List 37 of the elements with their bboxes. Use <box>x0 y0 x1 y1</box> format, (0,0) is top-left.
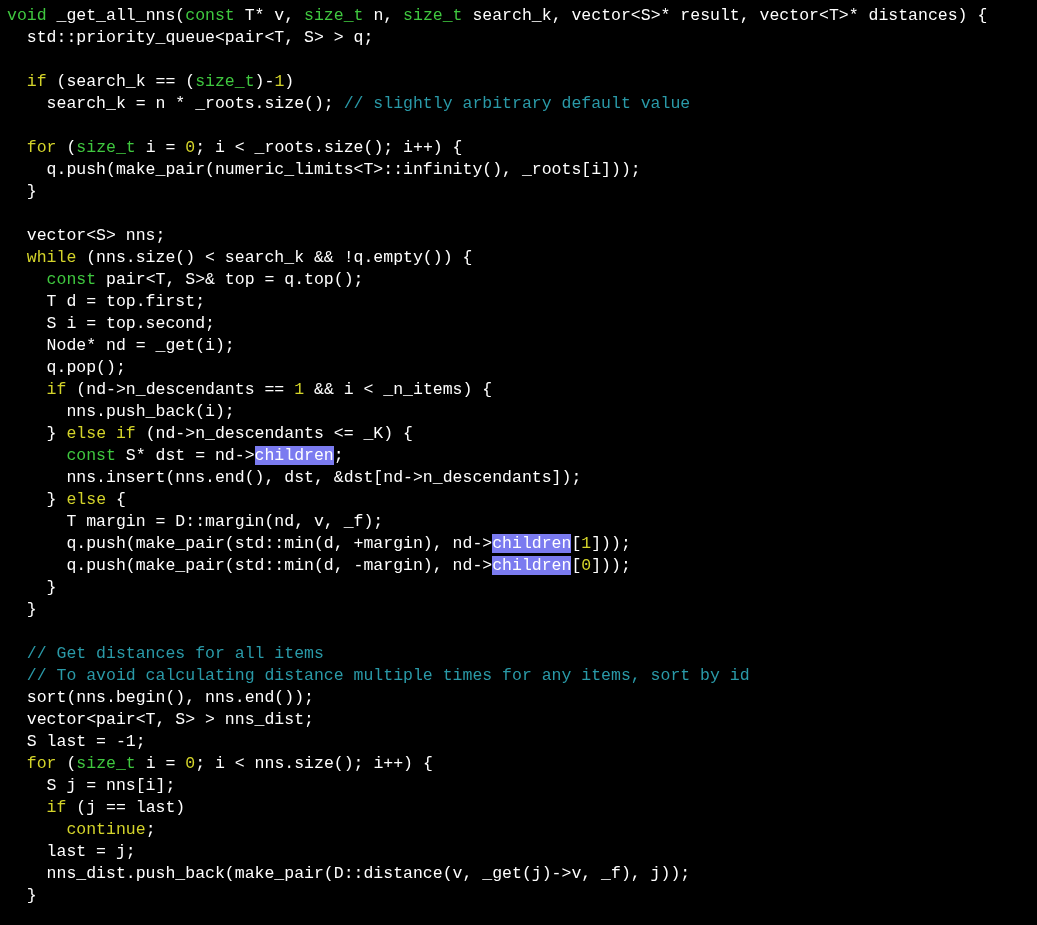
code-line: T margin = D::margin(nd, v, _f); <box>65 511 384 533</box>
code-line: // Get distances for all items <box>25 643 324 665</box>
code-line: for (size_t i = 0; i < _roots.size(); i++) { <box>25 137 463 159</box>
code-line: q.push(make_pair(std::min(d, +margin), nd->children[1])); <box>65 533 631 555</box>
code-line: } else { <box>45 489 126 511</box>
code-line: T d = top.first; <box>45 291 206 313</box>
code-line: } <box>25 885 37 907</box>
code-line: q.pop(); <box>45 357 126 379</box>
code-line: if (search_k == (size_t)-1) <box>25 71 295 93</box>
code-line: while (nns.size() < search_k && !q.empty()) { <box>25 247 473 269</box>
code-line: sort(nns.begin(), nns.end()); <box>25 687 314 709</box>
code-line: std::priority_queue<pair<T, S> > q; <box>25 27 374 49</box>
code-line: const S* dst = nd->children; <box>65 445 344 467</box>
code-line: nns.insert(nns.end(), dst, &dst[nd->n_descendants]); <box>65 467 582 489</box>
code-line: S last = -1; <box>25 731 146 753</box>
code-line: void _get_all_nns(const T* v, size_t n, size_t search_k, vector<S>* result, vector<T>* distances) { <box>7 5 988 27</box>
code-line: vector<S> nns; <box>25 225 166 247</box>
code-line: if (j == last) <box>45 797 186 819</box>
code-line: S j = nns[i]; <box>45 775 176 797</box>
code-line: Node* nd = _get(i); <box>45 335 235 357</box>
code-line: last = j; <box>45 841 136 863</box>
code-line: vector<pair<T, S> > nns_dist; <box>25 709 314 731</box>
code-line: q.push(make_pair(numeric_limits<T>::infinity(), _roots[i])); <box>45 159 641 181</box>
code-line: nns.push_back(i); <box>65 401 235 423</box>
code-line: q.push(make_pair(std::min(d, -margin), nd->children[0])); <box>65 555 631 577</box>
code-line: } <box>45 577 57 599</box>
code-line: } <box>25 181 37 203</box>
code-line: for (size_t i = 0; i < nns.size(); i++) { <box>25 753 433 775</box>
code-line: // To avoid calculating distance multiple times for any items, sort by id <box>25 665 750 687</box>
code-line: } <box>25 599 37 621</box>
code-line: const pair<T, S>& top = q.top(); <box>45 269 364 291</box>
code-line: S i = top.second; <box>45 313 215 335</box>
code-line: continue; <box>65 819 156 841</box>
code-line: nns_dist.push_back(make_pair(D::distance(v, _get(j)->v, _f), j)); <box>45 863 691 885</box>
code-line: } else if (nd->n_descendants <= _K) { <box>45 423 413 445</box>
code-line: if (nd->n_descendants == 1 && i < _n_items) { <box>45 379 493 401</box>
code-line: search_k = n * _roots.size(); // slightly arbitrary default value <box>45 93 691 115</box>
